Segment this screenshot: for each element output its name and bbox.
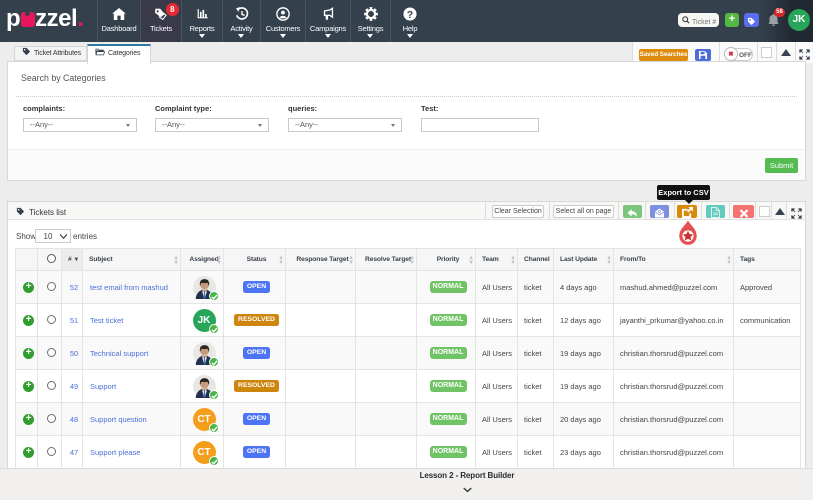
svg-text:?: ? xyxy=(407,9,413,21)
